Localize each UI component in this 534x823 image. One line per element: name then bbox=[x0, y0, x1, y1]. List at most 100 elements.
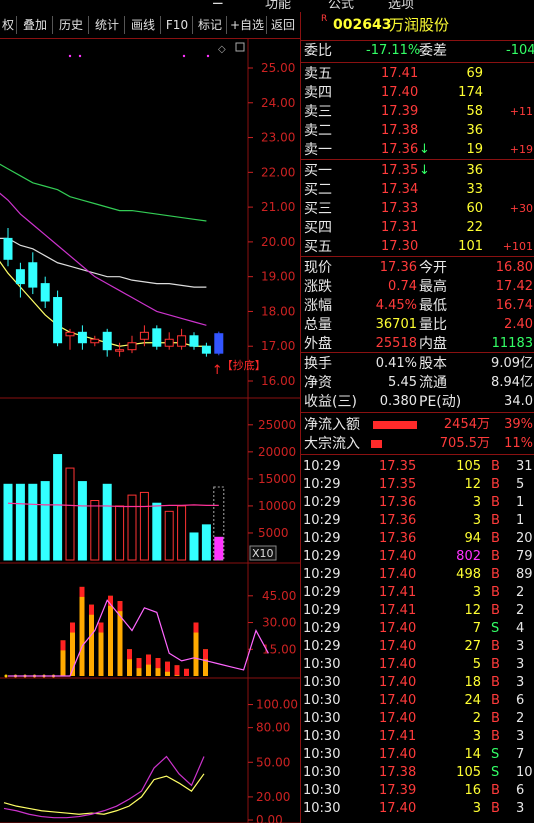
tick-row[interactable]: 10:30 17.40 24 B 6 bbox=[301, 692, 534, 710]
tick-row[interactable]: 10:29 17.35 12 B 5 bbox=[301, 476, 534, 494]
bid-label: 买四 bbox=[304, 220, 332, 236]
quote-label: 量比 bbox=[419, 317, 447, 333]
candle-body bbox=[90, 338, 100, 344]
toolbar-rights-button[interactable]: 权 bbox=[0, 16, 17, 34]
fundamental-label: 流通 bbox=[419, 375, 447, 391]
bid-row[interactable]: 买五 17.30 101 +101 bbox=[301, 238, 534, 256]
toolbar-overlay-button[interactable]: 叠加 bbox=[18, 16, 53, 34]
volume-bar bbox=[201, 524, 211, 561]
ask-volume: 174 bbox=[458, 85, 483, 100]
candle-body bbox=[164, 338, 174, 347]
tick-row[interactable]: 10:29 17.41 3 B 2 bbox=[301, 584, 534, 602]
toolbar-add-watchlist-button[interactable]: +自选 bbox=[228, 16, 267, 34]
toolbar-draw-button[interactable]: 画线 bbox=[126, 16, 161, 34]
tick-row[interactable]: 10:30 17.39 16 B 6 bbox=[301, 782, 534, 800]
quote-label: 今开 bbox=[419, 260, 447, 276]
tick-row[interactable]: 10:30 17.41 3 B 3 bbox=[301, 728, 534, 746]
ind1-bar-top bbox=[136, 658, 142, 669]
tick-row[interactable]: 10:30 17.40 3 B 3 bbox=[301, 800, 534, 818]
toolbar-back-button[interactable]: 返回 bbox=[268, 16, 298, 34]
ind2-tick-label: 20.00 bbox=[256, 790, 290, 804]
tick-row[interactable]: 10:29 17.36 3 B 1 bbox=[301, 512, 534, 530]
tick-price: 17.40 bbox=[379, 639, 417, 654]
tick-volume: 105 bbox=[456, 459, 481, 474]
tick-price: 17.36 bbox=[379, 531, 417, 546]
menu-grid-icon[interactable]: ☰ bbox=[212, 0, 224, 8]
price-tick-label: 21.00 bbox=[261, 200, 295, 214]
ind1-bar-top bbox=[117, 601, 123, 612]
tick-time: 10:30 bbox=[303, 783, 341, 798]
toolbar-f10-button[interactable]: F10 bbox=[162, 16, 193, 34]
ask-row[interactable]: 卖五 17.41 69 bbox=[301, 65, 534, 83]
bid-row[interactable]: 买二 17.34 33 bbox=[301, 181, 534, 199]
tick-row[interactable]: 10:29 17.36 3 B 1 bbox=[301, 494, 534, 512]
tick-row[interactable]: 10:29 17.35 105 B 31 bbox=[301, 458, 534, 476]
tick-time: 10:29 bbox=[303, 513, 341, 528]
tick-row[interactable]: 10:29 17.41 12 B 2 bbox=[301, 602, 534, 620]
quote-row: 涨幅 4.45% 最低 16.74 bbox=[301, 297, 534, 315]
tick-row[interactable]: 10:30 17.40 2 B 2 bbox=[301, 710, 534, 728]
tick-row[interactable]: 10:30 17.40 5 B 3 bbox=[301, 656, 534, 674]
fundamental-label: 净资 bbox=[304, 375, 332, 391]
candle-body bbox=[53, 297, 63, 344]
candle-body bbox=[28, 262, 38, 288]
tick-row[interactable]: 10:30 17.40 14 S 7 bbox=[301, 746, 534, 764]
chart-toolbar: 权 叠加 历史 统计 画线 F10 标记 +自选 返回 bbox=[0, 12, 300, 39]
quote-label: 内盘 bbox=[419, 336, 447, 352]
ask-row[interactable]: 卖一 17.36 ↓ 19 +19 bbox=[301, 141, 534, 159]
ask-price: 17.39 bbox=[381, 104, 419, 119]
tick-price: 17.40 bbox=[379, 567, 417, 582]
toolbar-history-button[interactable]: 历史 bbox=[54, 16, 89, 34]
ind1-bar-top bbox=[174, 665, 180, 676]
tick-price: 17.40 bbox=[379, 675, 417, 690]
bid-row[interactable]: 买一 17.35 ↓ 36 bbox=[301, 162, 534, 180]
bid-row[interactable]: 买三 17.33 60 +30 bbox=[301, 200, 534, 218]
tick-count: 2 bbox=[516, 603, 525, 618]
quote-value: 25518 bbox=[375, 336, 417, 351]
ask-row[interactable]: 卖三 17.39 58 +11 bbox=[301, 103, 534, 121]
kline-chart[interactable]: 25.00 24.00 23.00 22.00 21.00 20.00 19.00 18.00… bbox=[0, 38, 300, 823]
flow-value: 2454万 bbox=[443, 417, 490, 432]
tick-volume: 7 bbox=[472, 621, 481, 636]
tick-volume: 14 bbox=[464, 747, 481, 762]
bid-price: 17.35 bbox=[381, 163, 419, 178]
volume-bar bbox=[152, 502, 162, 561]
tick-row[interactable]: 10:29 17.36 94 B 20 bbox=[301, 530, 534, 548]
tick-count: 5 bbox=[516, 477, 525, 492]
menu-function[interactable]: 功能 bbox=[265, 0, 291, 12]
bid-volume: 22 bbox=[466, 220, 483, 235]
toolbar-stats-button[interactable]: 统计 bbox=[90, 16, 125, 34]
tick-time: 10:29 bbox=[303, 549, 341, 564]
volume-tick-label: 20000 bbox=[258, 445, 296, 459]
volume-bar bbox=[90, 500, 100, 561]
volume-unit-label: X10 bbox=[252, 547, 274, 560]
marker-dot bbox=[206, 54, 210, 58]
tick-time: 10:29 bbox=[303, 585, 341, 600]
candle-body bbox=[65, 331, 75, 337]
volume-tick-label: 25000 bbox=[258, 418, 296, 432]
ind1-bar-top bbox=[165, 661, 170, 672]
tick-volume: 2 bbox=[472, 711, 481, 726]
tick-row[interactable]: 10:29 17.40 7 S 4 bbox=[301, 620, 534, 638]
bid-row[interactable]: 买四 17.31 22 bbox=[301, 219, 534, 237]
candle-body bbox=[152, 328, 162, 347]
tick-count: 79 bbox=[516, 549, 533, 564]
tick-row[interactable]: 10:30 17.38 105 S 10 bbox=[301, 764, 534, 782]
ind2-tick-label: 100.00 bbox=[256, 698, 298, 712]
tick-row[interactable]: 10:30 17.40 18 B 3 bbox=[301, 674, 534, 692]
quote-value: 16.74 bbox=[495, 298, 533, 313]
menu-formula[interactable]: 公式 bbox=[328, 0, 354, 12]
quote-row: 外盘 25518 内盘 11183 bbox=[301, 335, 534, 353]
ask-row[interactable]: 卖四 17.40 174 bbox=[301, 84, 534, 102]
ask-row[interactable]: 卖二 17.38 36 bbox=[301, 122, 534, 140]
ind1-bar-top bbox=[193, 622, 199, 633]
fundamental-value: 34.0 bbox=[504, 394, 533, 409]
tick-row[interactable]: 10:29 17.40 802 B 79 bbox=[301, 548, 534, 566]
toolbar-mark-button[interactable]: 标记 bbox=[194, 16, 227, 34]
tick-count: 3 bbox=[516, 675, 525, 690]
menu-options[interactable]: 选项 bbox=[388, 0, 414, 12]
tick-row[interactable]: 10:29 17.40 27 B 3 bbox=[301, 638, 534, 656]
tick-volume: 27 bbox=[464, 639, 481, 654]
tick-row[interactable]: 10:29 17.40 498 B 89 bbox=[301, 566, 534, 584]
ind1-bar-top bbox=[60, 640, 66, 651]
